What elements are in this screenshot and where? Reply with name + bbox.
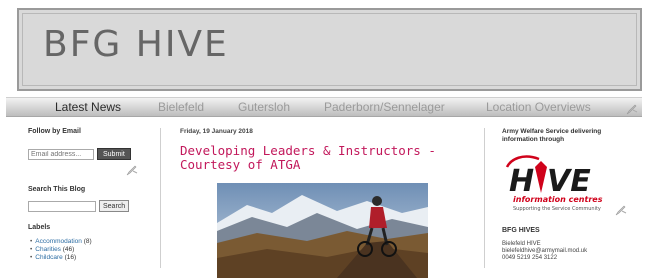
logo-tagline: Supporting the Service Community: [513, 206, 601, 212]
tab-paderborn-sennelager[interactable]: Paderborn/Sennelager: [324, 100, 445, 114]
list-item: • Childcare (16): [30, 254, 77, 261]
tab-bielefeld[interactable]: Bielefeld: [158, 100, 204, 114]
search-input[interactable]: [28, 200, 96, 212]
right-sidebar: Army Welfare Service delivering informat…: [502, 128, 637, 261]
tab-location-overviews[interactable]: Location Overviews: [486, 100, 591, 114]
post-title[interactable]: Developing Leaders & Instructors - Court…: [180, 144, 470, 172]
search-button[interactable]: Search: [99, 200, 130, 212]
column-divider: [160, 128, 161, 268]
bfg-hives-title: BFG HIVES: [502, 227, 540, 234]
contact-name: Bielefeld HIVE: [502, 241, 541, 247]
hive-logo[interactable]: H VE information centres Supporting the …: [503, 153, 615, 213]
email-subscribe-row: Submit: [28, 148, 131, 160]
post-date: Friday, 19 January 2018: [180, 128, 253, 135]
tab-latest-news[interactable]: Latest News: [55, 100, 121, 114]
contact-phone: 0049 5219 254 3122: [502, 255, 558, 261]
search-blog-title: Search This Blog: [28, 186, 86, 193]
list-item: • Charities (46): [30, 246, 75, 253]
site-title[interactable]: BFG HIVE: [43, 24, 229, 65]
edit-icon[interactable]: [126, 163, 138, 176]
edit-icon[interactable]: [626, 102, 638, 115]
edit-icon[interactable]: [615, 203, 627, 216]
post-image[interactable]: [217, 183, 428, 278]
labels-list: • Accommodation (8) • Charities (46) • Chil…: [30, 238, 92, 262]
logo-subtitle: information centres: [513, 195, 603, 204]
svg-text:VE: VE: [547, 164, 591, 199]
label-count: (8): [83, 238, 92, 245]
hive-logo-graphic: H VE information centres Supporting the …: [505, 155, 603, 212]
follow-by-email-title: Follow by Email: [28, 128, 81, 135]
label-count: (46): [62, 246, 75, 253]
label-count: (16): [64, 254, 77, 261]
label-link-charities[interactable]: Charities: [35, 246, 61, 253]
tab-gutersloh[interactable]: Gutersloh: [238, 100, 290, 114]
submit-button[interactable]: Submit: [97, 148, 131, 160]
label-link-childcare[interactable]: Childcare: [35, 254, 62, 261]
mountain-biker-photo: [217, 183, 428, 278]
email-field[interactable]: [28, 148, 94, 160]
army-welfare-text: Army Welfare Service delivering informat…: [502, 128, 602, 143]
contact-email[interactable]: bielefeldhive@armymail.mod.uk: [502, 248, 587, 255]
list-item: • Accommodation (8): [30, 238, 92, 245]
column-divider: [484, 128, 485, 268]
svg-text:H: H: [509, 164, 534, 199]
header-inner-border: BFG HIVE: [22, 13, 637, 86]
blog-post: Friday, 19 January 2018 Developing Leade…: [180, 128, 470, 278]
contact-info: Bielefeld HIVE bielefeldhive@armymail.mo…: [502, 241, 587, 262]
nav-tabs: Latest News Bielefeld Gutersloh Paderbor…: [6, 97, 642, 117]
search-row: Search: [28, 200, 130, 212]
labels-title: Labels: [28, 224, 51, 231]
header-banner: BFG HIVE: [17, 8, 642, 91]
label-link-accommodation[interactable]: Accommodation: [35, 238, 82, 245]
